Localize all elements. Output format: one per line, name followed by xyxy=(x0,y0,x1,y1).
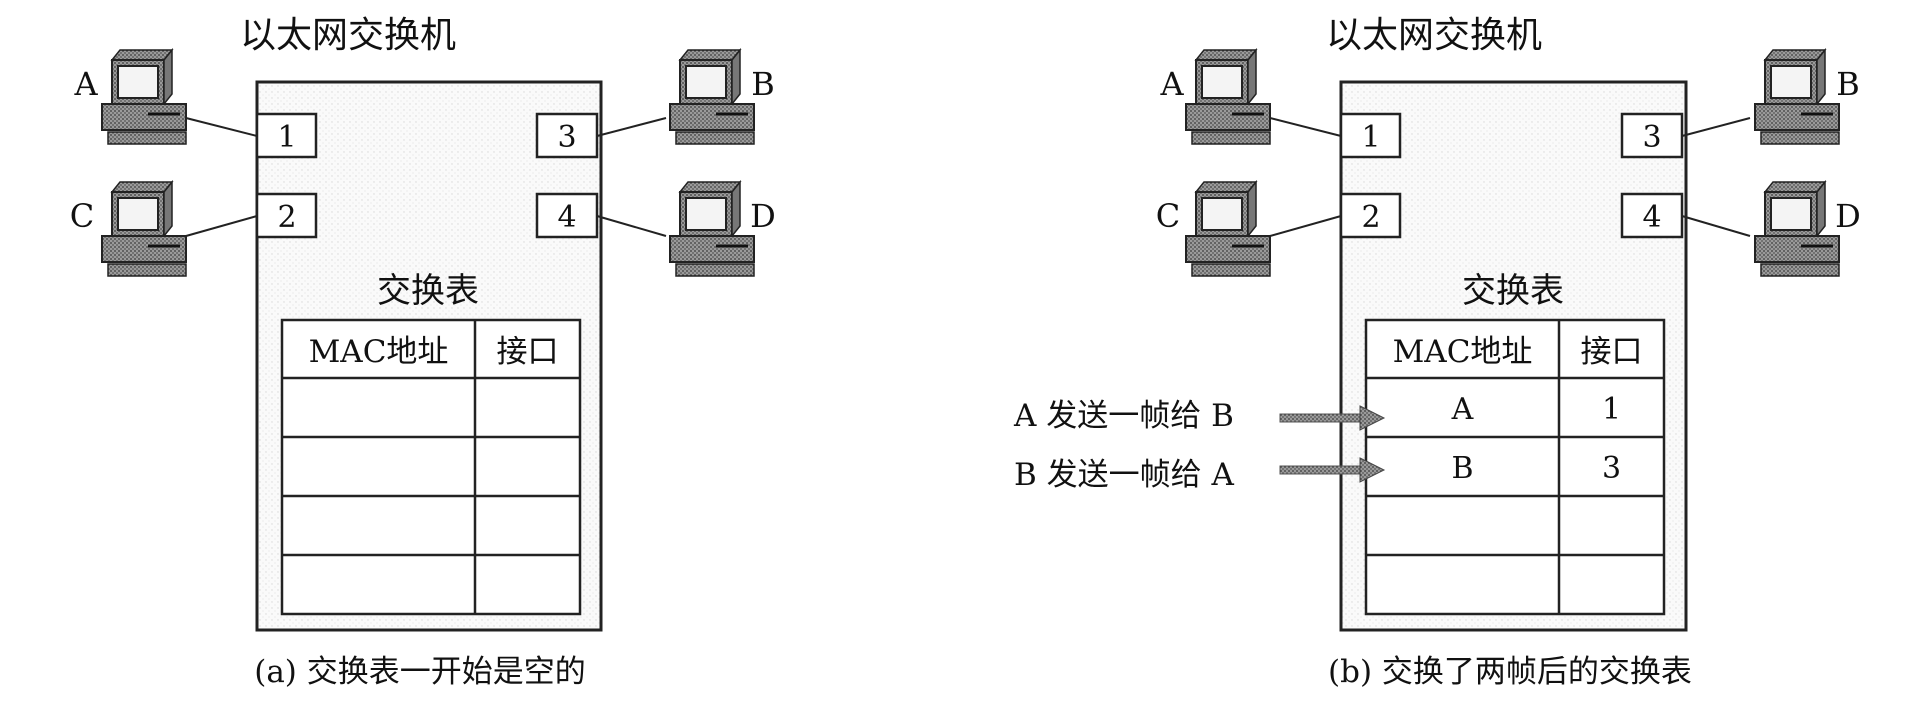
computer-b-icon xyxy=(1753,48,1841,146)
table-title: 交换表 xyxy=(377,271,479,311)
port-label-1: 1 xyxy=(277,120,296,155)
host-label-c: C xyxy=(70,197,94,235)
link-c-2 xyxy=(185,215,258,237)
panel-b: 以太网交换机 1 2 3 4 A C B D 交换表 MAC地址 接口 A 1 B 3 A… xyxy=(1013,15,1861,690)
caption: (a) 交换表一开始是空的 xyxy=(254,654,586,690)
table-cell-port: 3 xyxy=(1602,451,1621,486)
panel-a: 以太网交换机 1 2 3 4 A C B D 交换表 MAC地址 接口 (a) 交… xyxy=(70,15,776,690)
column-header-port: 接口 xyxy=(497,334,559,370)
computer-d-icon xyxy=(668,180,756,278)
port-label-4: 4 xyxy=(1642,200,1661,235)
computer-c-icon xyxy=(100,180,188,278)
link-d-4 xyxy=(1681,215,1751,237)
table-title: 交换表 xyxy=(1462,271,1564,311)
table-cell-port: 1 xyxy=(1602,392,1621,427)
switch-table: MAC地址 接口 xyxy=(280,318,582,616)
host-label-b: B xyxy=(751,65,775,103)
computer-a-icon xyxy=(100,48,188,146)
column-header-mac: MAC地址 xyxy=(1393,334,1533,370)
computer-c-icon xyxy=(1184,180,1272,278)
switch-title: 以太网交换机 xyxy=(240,15,456,56)
send-annotation-b-to-a: B 发送一帧给 A xyxy=(1014,457,1234,493)
diagram-stage: 以太网交换机 1 2 3 4 A C B D 交换表 MAC地址 接口 (a) 交… xyxy=(0,0,1922,702)
port-label-1: 1 xyxy=(1361,120,1380,155)
link-a-1 xyxy=(185,117,258,137)
link-c-2 xyxy=(1269,215,1342,237)
link-a-1 xyxy=(1269,117,1342,137)
host-label-a: A xyxy=(73,65,98,103)
port-label-2: 2 xyxy=(277,200,296,235)
computer-b-icon xyxy=(668,48,756,146)
link-d-4 xyxy=(596,215,667,237)
host-label-d: D xyxy=(1835,197,1861,235)
caption: (b) 交换了两帧后的交换表 xyxy=(1328,654,1692,690)
host-label-d: D xyxy=(750,197,776,235)
table-cell-mac: B xyxy=(1451,451,1473,486)
column-header-port: 接口 xyxy=(1581,334,1643,370)
send-annotation-a-to-b: A 发送一帧给 B xyxy=(1013,398,1234,434)
computer-d-icon xyxy=(1753,180,1841,278)
link-b-3 xyxy=(596,117,667,137)
link-b-3 xyxy=(1681,117,1751,137)
port-label-3: 3 xyxy=(1642,120,1661,155)
port-label-2: 2 xyxy=(1361,200,1380,235)
host-label-c: C xyxy=(1156,197,1180,235)
port-label-4: 4 xyxy=(557,200,576,235)
column-header-mac: MAC地址 xyxy=(309,334,449,370)
host-label-b: B xyxy=(1836,65,1860,103)
switch-title: 以太网交换机 xyxy=(1326,15,1542,56)
switch-table: MAC地址 接口 A 1 B 3 xyxy=(1364,318,1666,616)
host-label-a: A xyxy=(1159,65,1184,103)
computer-a-icon xyxy=(1184,48,1272,146)
diagram-canvas: 以太网交换机 1 2 3 4 A C B D 交换表 MAC地址 接口 (a) 交… xyxy=(70,15,1861,690)
table-cell-mac: A xyxy=(1451,392,1474,427)
port-label-3: 3 xyxy=(557,120,576,155)
